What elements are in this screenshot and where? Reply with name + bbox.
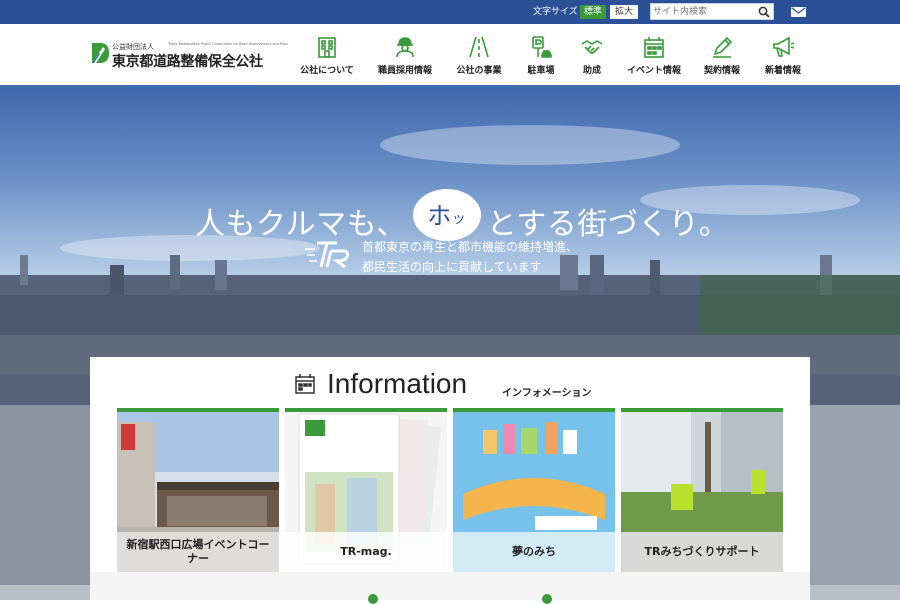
hero-bubble-small: ッ: [451, 211, 467, 227]
nav-label: イベント情報: [626, 66, 681, 76]
hero-subtitle-line: 首都東京の再生と都市機能の維持増進、: [362, 240, 579, 254]
nav-item-about[interactable]: 公社について: [292, 30, 362, 82]
information-section: Information インフォメーション 新宿駅西口広場イベントコーナー TR…: [90, 357, 810, 604]
parking-icon: [532, 36, 552, 58]
top-utility-bar: 文字サイズ 標準 拡大: [0, 0, 900, 24]
info-card-yume-no-michi[interactable]: 夢のみち: [453, 408, 615, 572]
card-label: TR-mag.: [285, 532, 447, 572]
logo-mark-icon: [92, 43, 109, 63]
hero-bubble-text: ホ: [427, 202, 452, 230]
nav-item-news[interactable]: 新着情報: [748, 30, 818, 82]
logo-english-name: Tokyo Metropolitan Public Corporation fo…: [168, 42, 288, 46]
nav-label: 契約情報: [703, 66, 740, 76]
information-heading: Information インフォメーション: [90, 367, 810, 407]
handshake-icon: [581, 40, 603, 54]
pen-icon: [713, 36, 733, 58]
mail-icon: [791, 7, 806, 17]
nav-item-events[interactable]: イベント情報: [619, 30, 689, 82]
building-icon: [318, 37, 336, 58]
tr-logo-icon: [305, 241, 349, 269]
info-card-shinjuku[interactable]: 新宿駅西口広場イベントコーナー: [117, 408, 279, 572]
info-card-michizukuri-support[interactable]: TRみちづくりサポート: [621, 408, 783, 572]
hero-cloud: [380, 125, 680, 165]
nav-label: 公社について: [300, 66, 354, 76]
nav-label: 新着情報: [764, 66, 801, 76]
information-subtitle: インフォメーション: [502, 388, 592, 399]
road-icon: [469, 36, 489, 58]
card-label: 夢のみち: [453, 532, 615, 572]
worker-icon: [396, 37, 414, 58]
carousel-dot[interactable]: [542, 594, 552, 604]
nav-label: 公社の事業: [456, 66, 502, 76]
hero-subtitle: 首都東京の再生と都市機能の維持増進、 都民生活の向上に貢献しています: [362, 237, 578, 277]
site-logo[interactable]: 公益財団法人 Tokyo Metropolitan Public Corpora…: [90, 38, 290, 70]
contact-mail-link[interactable]: [788, 0, 810, 24]
font-size-large-button[interactable]: 拡大: [610, 5, 638, 19]
nav-item-recruit[interactable]: 職員採用情報: [370, 30, 440, 82]
information-title: Information: [327, 368, 468, 399]
site-header: 公益財団法人 Tokyo Metropolitan Public Corpora…: [0, 24, 900, 85]
nav-label: 職員採用情報: [377, 66, 432, 76]
font-size-standard-button[interactable]: 標準: [580, 5, 606, 19]
search-icon[interactable]: [758, 6, 770, 18]
nav-item-subsidy[interactable]: 助成: [557, 30, 627, 82]
carousel-dot[interactable]: [368, 594, 378, 604]
site-search: [650, 3, 774, 20]
logo-title: 東京都道路整備保全公社: [112, 54, 263, 70]
font-size-label: 文字サイズ: [533, 7, 578, 17]
hero-subtitle-line: 都民生活の向上に貢献しています: [362, 260, 542, 274]
calendar-icon: [295, 374, 315, 394]
cards-footer-area: [90, 572, 810, 600]
search-input[interactable]: [653, 5, 753, 18]
calendar-icon: [644, 37, 664, 58]
nav-label: 助成: [582, 66, 601, 76]
nav-item-contracts[interactable]: 契約情報: [687, 30, 757, 82]
card-label: 新宿駅西口広場イベントコーナー: [117, 532, 279, 572]
card-label: TRみちづくりサポート: [621, 532, 783, 572]
hero-speech-bubble: ホッ: [412, 189, 481, 241]
nav-item-business[interactable]: 公社の事業: [444, 30, 514, 82]
megaphone-icon: [773, 36, 795, 57]
info-card-tr-mag[interactable]: TR-mag.: [285, 408, 447, 572]
